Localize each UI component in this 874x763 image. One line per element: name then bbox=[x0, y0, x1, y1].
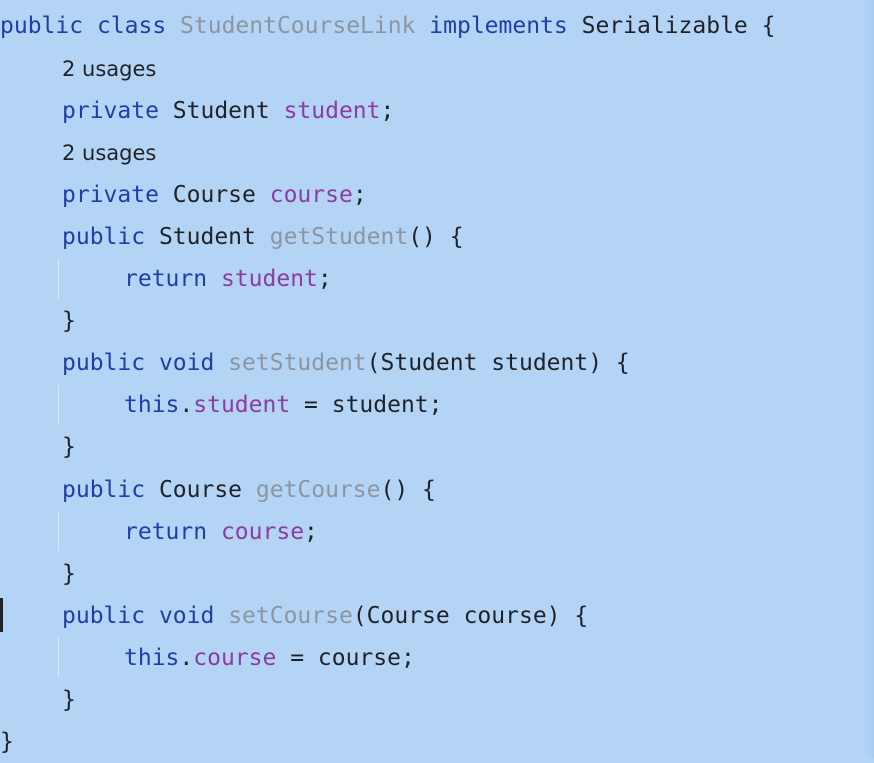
usages-hint-text[interactable]: 2 usages bbox=[62, 141, 156, 165]
code-token-plain: ; bbox=[352, 182, 367, 208]
code-line: return course; bbox=[124, 511, 318, 553]
text-cursor bbox=[0, 598, 3, 632]
code-token-keyword: private bbox=[62, 182, 159, 208]
code-token-plain: () { bbox=[380, 477, 436, 503]
code-token-plain: } bbox=[0, 729, 14, 755]
code-line: private Student student; bbox=[62, 90, 394, 132]
code-editor[interactable]: public class StudentCourseLink implement… bbox=[0, 0, 874, 758]
code-line: public void setStudent(Student student) … bbox=[62, 342, 630, 384]
code-line: this.student = student; bbox=[124, 384, 443, 426]
code-line: } bbox=[62, 426, 76, 468]
code-token-plain: } bbox=[62, 687, 76, 713]
code-token-keyword: this bbox=[124, 392, 180, 418]
code-token-field: student bbox=[220, 266, 318, 292]
code-token-keyword: implements bbox=[415, 13, 582, 39]
code-token-plain: Course bbox=[145, 477, 256, 503]
code-token-plain: ; bbox=[317, 266, 332, 292]
code-token-keyword: private bbox=[62, 98, 159, 124]
code-token-plain: } bbox=[62, 434, 76, 460]
code-token-plain: (Student student) { bbox=[366, 350, 630, 376]
code-token-keyword: void bbox=[145, 350, 229, 376]
code-token-unused: getStudent bbox=[269, 224, 409, 250]
code-token-keyword: public bbox=[62, 224, 146, 250]
usages-hint[interactable]: 2 usages bbox=[62, 48, 156, 90]
indent-guide bbox=[58, 511, 59, 551]
code-token-plain: . bbox=[179, 645, 194, 671]
code-token-unused: setStudent bbox=[228, 350, 367, 376]
code-token-plain: = student; bbox=[290, 392, 443, 418]
code-line: public Student getStudent() { bbox=[62, 216, 464, 258]
code-token-keyword: public bbox=[62, 603, 146, 629]
code-line: } bbox=[62, 553, 76, 595]
code-token-plain: (Course course) { bbox=[352, 603, 589, 629]
code-token-field: course bbox=[193, 645, 277, 671]
code-token-plain: } bbox=[62, 561, 76, 587]
right-edge-fade bbox=[864, 0, 874, 758]
usages-hint[interactable]: 2 usages bbox=[62, 132, 156, 174]
indent-guide bbox=[58, 259, 59, 299]
code-token-unused: getCourse bbox=[255, 477, 381, 503]
code-token-plain: } bbox=[62, 308, 76, 334]
code-token-keyword: public bbox=[62, 350, 146, 376]
code-token-field: course bbox=[220, 519, 305, 545]
code-line: } bbox=[62, 679, 76, 721]
code-token-keyword: this bbox=[124, 645, 180, 671]
code-token-plain: Student bbox=[145, 224, 270, 250]
code-token-plain: Student bbox=[158, 98, 284, 124]
code-token-keyword: return bbox=[124, 266, 208, 292]
code-token-keyword: public bbox=[0, 13, 84, 39]
code-token-plain: ; bbox=[304, 519, 318, 545]
code-token-keyword: void bbox=[145, 603, 229, 629]
code-token-unused: setCourse bbox=[228, 603, 353, 629]
code-token-keyword: return bbox=[124, 519, 208, 545]
code-token-plain: Serializable { bbox=[581, 13, 776, 39]
code-line: } bbox=[0, 721, 14, 763]
indent-guide bbox=[58, 385, 59, 425]
code-line: } bbox=[62, 300, 76, 342]
code-line: public void setCourse(Course course) { bbox=[62, 595, 588, 637]
code-token-field: student bbox=[193, 392, 291, 418]
code-token-keyword: public bbox=[62, 477, 146, 503]
code-token-plain: . bbox=[179, 392, 194, 418]
indent-guide bbox=[58, 637, 59, 677]
code-line: return student; bbox=[124, 258, 332, 300]
code-line: public Course getCourse() { bbox=[62, 469, 436, 511]
code-token-plain: ; bbox=[380, 98, 395, 124]
code-line: private Course course; bbox=[62, 174, 367, 216]
code-line: this.course = course; bbox=[124, 637, 415, 679]
code-token-plain: = course; bbox=[276, 645, 415, 671]
code-token-unused: StudentCourseLink bbox=[180, 13, 416, 39]
code-token-field: student bbox=[283, 98, 381, 124]
code-token-keyword: class bbox=[83, 13, 181, 39]
code-token-plain: () { bbox=[408, 224, 464, 250]
usages-hint-text[interactable]: 2 usages bbox=[62, 57, 156, 81]
code-line: public class StudentCourseLink implement… bbox=[0, 5, 775, 47]
code-token-plain: Course bbox=[158, 182, 270, 208]
code-token-field: course bbox=[269, 182, 353, 208]
